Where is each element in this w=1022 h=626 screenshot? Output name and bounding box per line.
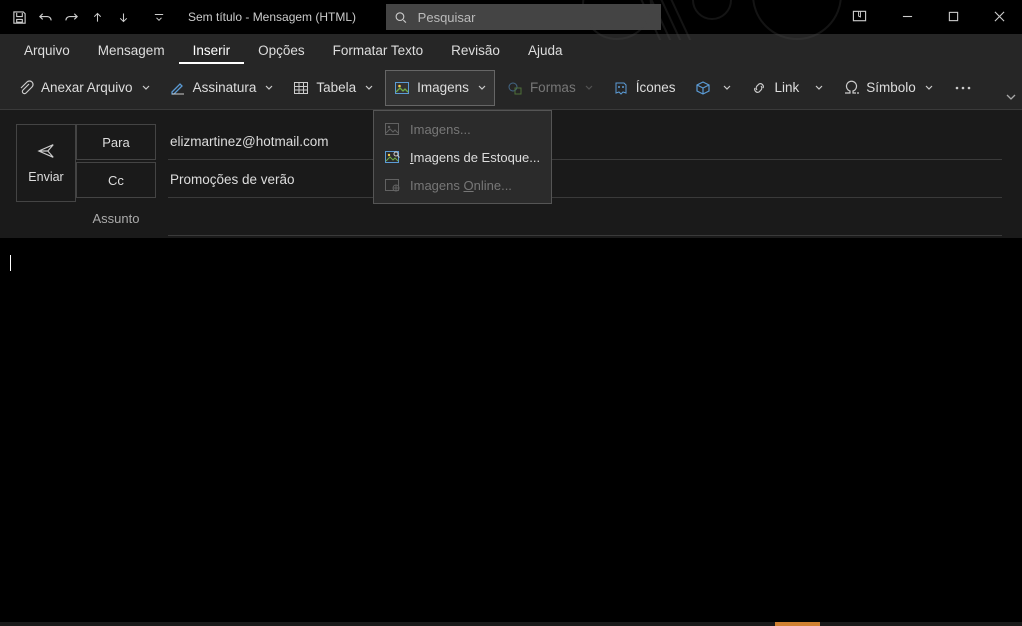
menu-item-label: Imagens de Estoque... (410, 150, 540, 165)
stock-picture-icon (384, 149, 400, 165)
link-button[interactable]: Link (743, 70, 807, 106)
menu-item-online-images[interactable]: Imagens Online... (374, 171, 551, 199)
tab-formatar-texto[interactable]: Formatar Texto (319, 37, 438, 64)
ribbon-display-options-button[interactable] (836, 0, 882, 32)
online-picture-icon (384, 177, 400, 193)
chevron-down-icon (365, 84, 373, 92)
send-label: Enviar (28, 170, 63, 184)
picture-icon (384, 121, 400, 137)
icons-label: Ícones (636, 80, 676, 95)
send-button[interactable]: Enviar (16, 124, 76, 202)
redo-button[interactable] (58, 1, 84, 33)
table-button[interactable]: Tabela (285, 70, 381, 106)
window-title: Sem título - Mensagem (HTML) (188, 10, 356, 24)
chevron-down-icon (1006, 92, 1016, 102)
qat-customize-button[interactable] (150, 1, 168, 33)
tab-mensagem[interactable]: Mensagem (84, 37, 179, 64)
cc-field[interactable] (168, 162, 1002, 198)
paperclip-icon (18, 80, 34, 96)
table-icon (293, 80, 309, 96)
3d-models-dropdown[interactable] (715, 84, 739, 92)
maximize-button[interactable] (930, 0, 976, 32)
signature-button[interactable]: Assinatura (162, 70, 282, 106)
status-bar (0, 622, 1022, 626)
window-controls (884, 0, 1022, 32)
save-button[interactable] (6, 1, 32, 33)
ribbon-tabs: Arquivo Mensagem Inserir Opções Formatar… (0, 34, 1022, 66)
link-label: Link (774, 80, 799, 95)
icons-button[interactable]: Ícones (605, 70, 684, 106)
send-icon (36, 142, 56, 160)
quick-access-toolbar (0, 1, 168, 33)
tab-arquivo[interactable]: Arquivo (10, 37, 84, 64)
chevron-down-icon (925, 84, 933, 92)
tab-ajuda[interactable]: Ajuda (514, 37, 577, 64)
images-label: Imagens (417, 80, 469, 95)
chevron-down-icon (265, 84, 273, 92)
attach-file-button[interactable]: Anexar Arquivo (10, 70, 158, 106)
title-bar: Sem título - Mensagem (HTML) (0, 0, 1022, 34)
undo-button[interactable] (32, 1, 58, 33)
more-commands-button[interactable] (945, 70, 981, 106)
subject-label: Assunto (76, 211, 156, 226)
search-input[interactable] (418, 10, 653, 25)
signature-label: Assinatura (193, 80, 257, 95)
chevron-down-icon (585, 84, 593, 92)
omega-icon (843, 80, 859, 96)
menu-item-label: Imagens Online... (410, 178, 512, 193)
to-field[interactable] (168, 124, 1002, 160)
to-button[interactable]: Para (76, 124, 156, 160)
tab-revisao[interactable]: Revisão (437, 37, 514, 64)
tab-opcoes[interactable]: Opções (244, 37, 319, 64)
images-dropdown-menu: Imagens... Imagens de Estoque... Imagens… (373, 110, 552, 204)
ribbon: Anexar Arquivo Assinatura Tabela Imagens… (0, 66, 1022, 110)
text-cursor (10, 255, 11, 271)
link-dropdown[interactable] (807, 84, 831, 92)
3d-models-button[interactable] (687, 70, 739, 106)
message-body[interactable] (0, 238, 1022, 618)
collapse-ribbon-button[interactable] (1006, 89, 1016, 107)
cube-icon (695, 80, 711, 96)
symbol-label: Símbolo (866, 80, 916, 95)
tab-inserir[interactable]: Inserir (179, 37, 245, 64)
close-button[interactable] (976, 0, 1022, 32)
signature-icon (170, 80, 186, 96)
picture-icon (394, 80, 410, 96)
status-accent (775, 622, 820, 626)
link-button-group: Link (743, 70, 831, 106)
symbol-button[interactable]: Símbolo (835, 70, 941, 106)
previous-item-button[interactable] (84, 1, 110, 33)
table-label: Tabela (316, 80, 356, 95)
minimize-button[interactable] (884, 0, 930, 32)
ellipsis-icon (955, 86, 971, 90)
shapes-button[interactable]: Formas (499, 70, 601, 106)
cc-button[interactable]: Cc (76, 162, 156, 198)
attach-file-label: Anexar Arquivo (41, 80, 133, 95)
search-icon (394, 10, 408, 25)
shapes-label: Formas (530, 80, 576, 95)
shapes-icon (507, 80, 523, 96)
menu-item-images-from-file[interactable]: Imagens... (374, 115, 551, 143)
link-icon (751, 80, 767, 96)
images-button[interactable]: Imagens (385, 70, 495, 106)
subject-field[interactable] (168, 200, 1002, 236)
next-item-button[interactable] (110, 1, 136, 33)
menu-item-stock-images[interactable]: Imagens de Estoque... (374, 143, 551, 171)
menu-item-label: Imagens... (410, 122, 471, 137)
sticker-icon (613, 80, 629, 96)
chevron-down-icon (142, 84, 150, 92)
chevron-down-icon (478, 84, 486, 92)
search-box[interactable] (386, 4, 661, 30)
